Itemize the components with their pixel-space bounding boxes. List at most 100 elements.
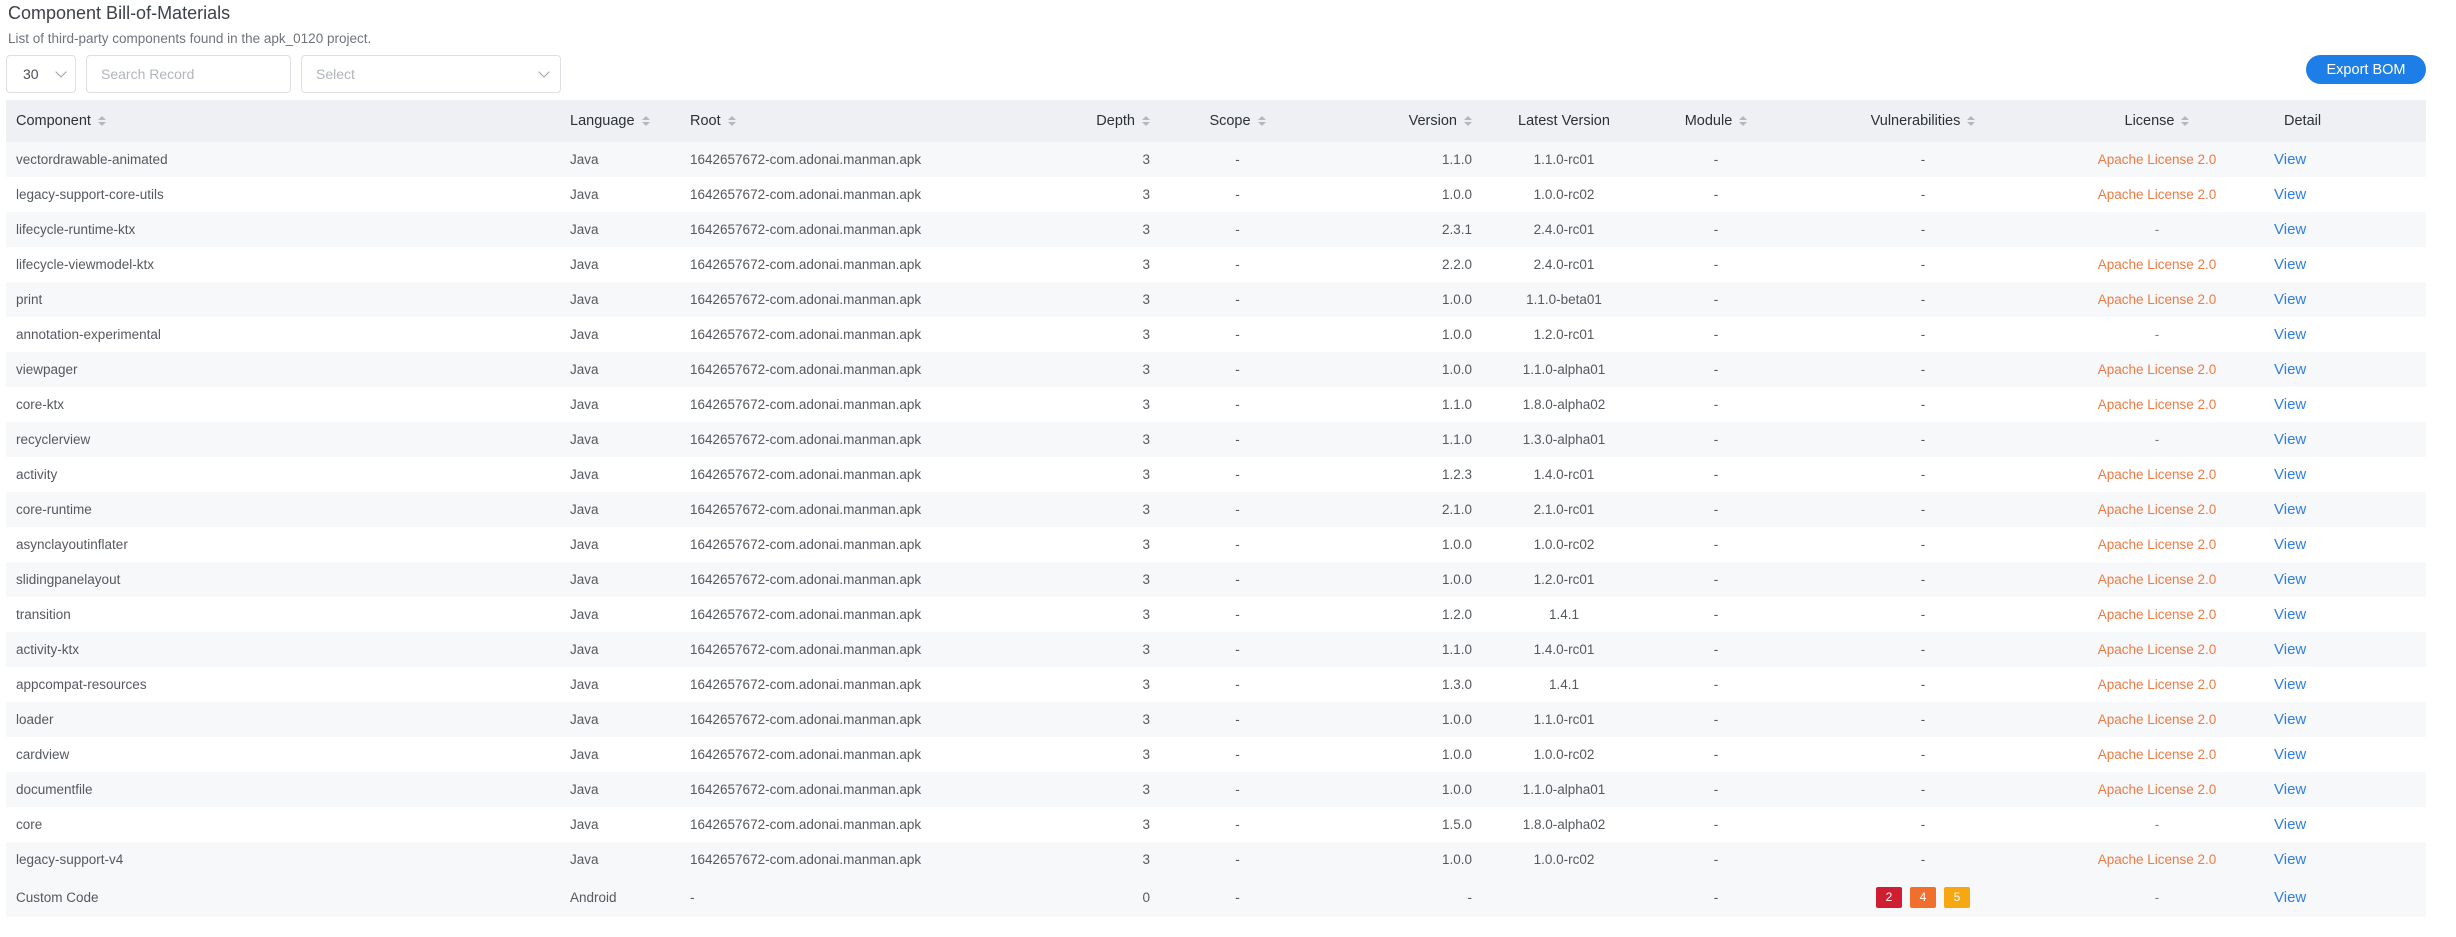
view-detail-link[interactable]: View	[2274, 781, 2306, 798]
filter-select[interactable]: Select	[301, 55, 561, 93]
cell-root: -	[690, 889, 695, 905]
cell-scope: -	[1235, 327, 1240, 342]
page-size-select[interactable]: 30	[6, 55, 76, 93]
cell-detail: View	[2274, 737, 2426, 772]
cell-root: 1642657672-com.adonai.manman.apk	[690, 257, 922, 272]
view-detail-link[interactable]: View	[2274, 641, 2306, 658]
sort-icon	[1967, 116, 1976, 127]
table-row: asynclayoutinflater Java 1642657672-com.ad…	[6, 527, 2426, 562]
sort-icon	[727, 116, 736, 127]
cell-version: 1.0.0	[1441, 782, 1472, 797]
cell-component: loader	[16, 712, 54, 727]
cell-language: Java	[570, 712, 599, 727]
column-header-vulnerabilities[interactable]: Vulnerabilities	[1806, 100, 2040, 142]
sort-icon	[2181, 116, 2190, 127]
view-detail-link[interactable]: View	[2274, 816, 2306, 833]
column-header-depth[interactable]: Depth	[980, 100, 1180, 142]
view-detail-link[interactable]: View	[2274, 711, 2306, 728]
cell-scope: -	[1235, 222, 1240, 237]
cell-module: -	[1713, 677, 1719, 692]
sort-icon	[1739, 116, 1748, 127]
sort-icon	[1257, 116, 1266, 127]
cell-vulnerabilities: -	[1920, 502, 1926, 517]
view-detail-link[interactable]: View	[2274, 291, 2306, 308]
cell-depth: 3	[1142, 467, 1150, 482]
column-header-language[interactable]: Language	[560, 100, 680, 142]
column-header-scope[interactable]: Scope	[1180, 100, 1295, 142]
vulnerability-medium-badge: 5	[1944, 886, 1970, 908]
cell-latest-version: 1.4.0-rc01	[1533, 467, 1595, 482]
cell-latest-version: 1.4.1	[1548, 607, 1580, 622]
cell-root: 1642657672-com.adonai.manman.apk	[690, 817, 922, 832]
cell-module: -	[1713, 747, 1719, 762]
view-detail-link[interactable]: View	[2274, 256, 2306, 273]
view-detail-link[interactable]: View	[2274, 851, 2306, 868]
cell-module: -	[1713, 257, 1719, 272]
cell-detail: View	[2274, 177, 2426, 212]
column-header-root[interactable]: Root	[680, 100, 980, 142]
column-header-license[interactable]: License	[2040, 100, 2274, 142]
cell-version: 1.0.0	[1441, 327, 1472, 342]
cell-scope: -	[1235, 187, 1240, 202]
column-header-version[interactable]: Version	[1295, 100, 1502, 142]
cell-root: 1642657672-com.adonai.manman.apk	[690, 327, 922, 342]
cell-component: cardview	[16, 747, 70, 762]
cell-language: Java	[570, 362, 599, 377]
cell-component: legacy-support-v4	[16, 852, 124, 867]
cell-scope: -	[1235, 817, 1240, 832]
cell-vulnerabilities: -	[1920, 362, 1926, 377]
cell-component: slidingpanelayout	[16, 572, 121, 587]
cell-module: -	[1713, 397, 1719, 412]
table-row: print Java 1642657672-com.adonai.manman.ap…	[6, 282, 2426, 317]
cell-version: 1.0.0	[1441, 187, 1472, 202]
cell-depth: 3	[1142, 222, 1150, 237]
cell-license: -	[2154, 327, 2160, 342]
column-header-module[interactable]: Module	[1626, 100, 1806, 142]
cell-root: 1642657672-com.adonai.manman.apk	[690, 362, 922, 377]
filter-select-placeholder: Select	[316, 66, 355, 82]
view-detail-link[interactable]: View	[2274, 466, 2306, 483]
cell-vulnerabilities: -	[1920, 607, 1926, 622]
cell-version: 1.5.0	[1441, 817, 1472, 832]
cell-license: -	[2154, 222, 2160, 237]
cell-latest-version: 1.1.0-alpha01	[1522, 362, 1606, 377]
cell-language: Java	[570, 572, 599, 587]
search-input[interactable]	[86, 55, 291, 93]
view-detail-link[interactable]: View	[2274, 361, 2306, 378]
cell-module: -	[1713, 502, 1719, 517]
cell-language: Java	[570, 327, 599, 342]
view-detail-link[interactable]: View	[2274, 151, 2306, 168]
cell-vulnerabilities: -	[1920, 537, 1926, 552]
cell-latest-version: 1.1.0-rc01	[1533, 712, 1595, 727]
view-detail-link[interactable]: View	[2274, 501, 2306, 518]
view-detail-link[interactable]: View	[2274, 746, 2306, 763]
cell-vulnerabilities: -	[1920, 817, 1926, 832]
cell-detail: View	[2274, 457, 2426, 492]
cell-scope: -	[1235, 432, 1240, 447]
cell-latest-version: 1.0.0-rc02	[1533, 537, 1595, 552]
cell-detail: View	[2274, 667, 2426, 702]
view-detail-link[interactable]: View	[2274, 536, 2306, 553]
cell-license: Apache License 2.0	[2097, 467, 2217, 482]
view-detail-link[interactable]: View	[2274, 571, 2306, 588]
view-detail-link[interactable]: View	[2274, 221, 2306, 238]
view-detail-link[interactable]: View	[2274, 326, 2306, 343]
cell-latest-version: 2.4.0-rc01	[1533, 257, 1595, 272]
table-row: cardview Java 1642657672-com.adonai.manman…	[6, 737, 2426, 772]
view-detail-link[interactable]: View	[2274, 186, 2306, 203]
cell-root: 1642657672-com.adonai.manman.apk	[690, 572, 922, 587]
cell-version: -	[1467, 889, 1473, 905]
cell-scope: -	[1235, 607, 1240, 622]
view-detail-link[interactable]: View	[2274, 889, 2306, 906]
view-detail-link[interactable]: View	[2274, 396, 2306, 413]
view-detail-link[interactable]: View	[2274, 676, 2306, 693]
column-header-component[interactable]: Component	[6, 100, 560, 142]
export-bom-button[interactable]: Export BOM	[2306, 55, 2426, 84]
cell-component: transition	[16, 607, 71, 622]
view-detail-link[interactable]: View	[2274, 606, 2306, 623]
cell-latest-version: 1.1.0-beta01	[1526, 292, 1602, 307]
cell-latest-version: 1.4.0-rc01	[1533, 642, 1595, 657]
cell-depth: 3	[1142, 607, 1150, 622]
cell-scope: -	[1235, 362, 1240, 377]
view-detail-link[interactable]: View	[2274, 431, 2306, 448]
